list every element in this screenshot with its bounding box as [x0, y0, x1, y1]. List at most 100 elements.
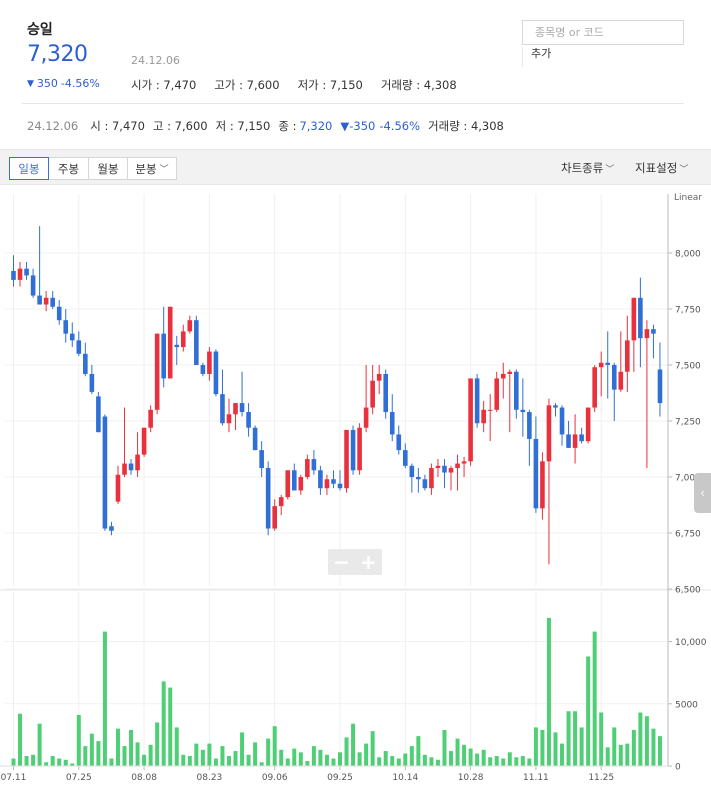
candle-body — [83, 353, 88, 374]
volume-bar — [527, 758, 532, 766]
price-tick-label: 7,750 — [675, 306, 701, 316]
chart-type-dropdown[interactable]: 차트종류 ﹀ — [561, 160, 614, 176]
candle-body — [389, 412, 395, 435]
volume-bar — [579, 727, 584, 766]
volume-bar — [161, 681, 166, 766]
candle-body — [638, 297, 643, 339]
candle-body — [422, 479, 428, 489]
candle-body — [167, 306, 173, 379]
add-button[interactable]: 추가 — [522, 47, 684, 67]
candle-body — [442, 465, 447, 473]
volume-bar — [122, 746, 127, 766]
candle-body — [376, 373, 382, 381]
volume-bar — [266, 738, 271, 766]
volume-bar — [11, 758, 16, 766]
zoom-out-button[interactable]: − — [328, 549, 355, 575]
volume-bar — [625, 743, 630, 766]
candle-body — [611, 365, 617, 390]
volume-bar — [285, 758, 290, 766]
tab-weekly[interactable]: 주봉 — [48, 157, 89, 180]
side-panel-toggle[interactable]: ‹ — [694, 473, 711, 513]
volume-bar — [383, 751, 388, 766]
change-percent: -4.56% — [60, 77, 100, 90]
volume-bar — [233, 751, 238, 766]
chevron-down-icon: ﹀ — [605, 165, 615, 175]
volume-bar — [142, 754, 147, 766]
candle-body — [56, 306, 62, 321]
volume-bar — [344, 737, 349, 766]
volume-bar — [272, 726, 277, 766]
tab-daily[interactable]: 일봉 — [9, 157, 49, 180]
candlestick-chart[interactable]: Linear8,0007,7507,5007,2507,0006,7506,50… — [0, 186, 711, 799]
volume-bar — [83, 746, 88, 766]
volume-bar — [455, 738, 460, 766]
candle-body — [429, 468, 434, 489]
info-high: 고 : 7,600 — [152, 119, 208, 133]
indicator-settings-label: 지표설정 — [635, 161, 678, 175]
tab-minute[interactable]: 분봉 ﹀ — [127, 157, 177, 180]
volume-bar — [631, 729, 636, 766]
chevron-down-icon: ﹀ — [159, 165, 169, 175]
volume-bar — [207, 743, 212, 766]
volume-bar — [396, 758, 401, 766]
candle-body — [69, 333, 75, 341]
volume-tick-label: 10,000 — [675, 638, 707, 648]
volume-bar — [520, 756, 525, 766]
volume-bar — [501, 758, 506, 766]
candle-body — [598, 362, 604, 368]
low-price: 저가 : 7,150 — [297, 78, 363, 92]
candle-body — [559, 407, 565, 435]
candle-body — [337, 483, 343, 489]
info-close-label: 종 : — [278, 119, 297, 133]
volume-bar — [102, 631, 107, 766]
candle-body — [30, 275, 36, 296]
volume-bar — [37, 723, 42, 766]
volume-bar — [253, 742, 258, 766]
candle-body — [128, 463, 134, 471]
candle-body — [468, 378, 473, 462]
candle-body — [50, 297, 55, 307]
current-price: 7,320 — [27, 42, 88, 67]
chart-area[interactable]: Linear 8,000 7,750 7,500 7,250 7,000 6,750 6,50… — [0, 186, 711, 799]
candle-body — [344, 429, 349, 489]
candle-body — [455, 463, 460, 469]
volume-bar — [155, 722, 160, 766]
volume-bar — [592, 631, 597, 766]
candle-body — [194, 320, 199, 365]
volume-bar — [181, 754, 186, 766]
volume-bar — [370, 731, 375, 766]
candle-body — [17, 268, 23, 280]
volume-bar — [31, 754, 36, 766]
candle-body — [579, 434, 584, 442]
candle-body — [507, 371, 513, 374]
volume-bar — [24, 756, 29, 766]
volume-bar — [63, 759, 68, 766]
zoom-in-button[interactable]: + — [355, 549, 382, 575]
candle-body — [331, 479, 336, 484]
indicator-settings-dropdown[interactable]: 지표설정 ﹀ — [635, 160, 688, 176]
candle-body — [461, 461, 467, 464]
candle-body — [233, 403, 238, 415]
candle-body — [305, 459, 310, 477]
tab-monthly[interactable]: 월봉 — [88, 157, 128, 180]
price-tick-label: 6,750 — [675, 530, 701, 540]
candle-body — [43, 297, 49, 305]
quote-date: 24.12.06 — [131, 54, 180, 67]
candle-body — [474, 378, 480, 424]
volume-bar — [50, 756, 55, 766]
x-tick-label: 08.23 — [197, 773, 223, 783]
candle-body — [24, 268, 29, 276]
search-input[interactable] — [523, 21, 683, 44]
info-date: 24.12.06 — [27, 119, 79, 133]
volume-bar — [507, 752, 512, 766]
candle-body — [213, 351, 219, 395]
candle-body — [11, 270, 16, 280]
candle-body — [409, 465, 415, 477]
volume-bar — [435, 759, 440, 766]
volume-bar — [338, 752, 342, 766]
divider — [22, 103, 684, 104]
candle-body — [239, 403, 245, 413]
candle-body — [161, 333, 166, 379]
candle-body — [246, 412, 251, 428]
candle-body — [76, 340, 82, 354]
